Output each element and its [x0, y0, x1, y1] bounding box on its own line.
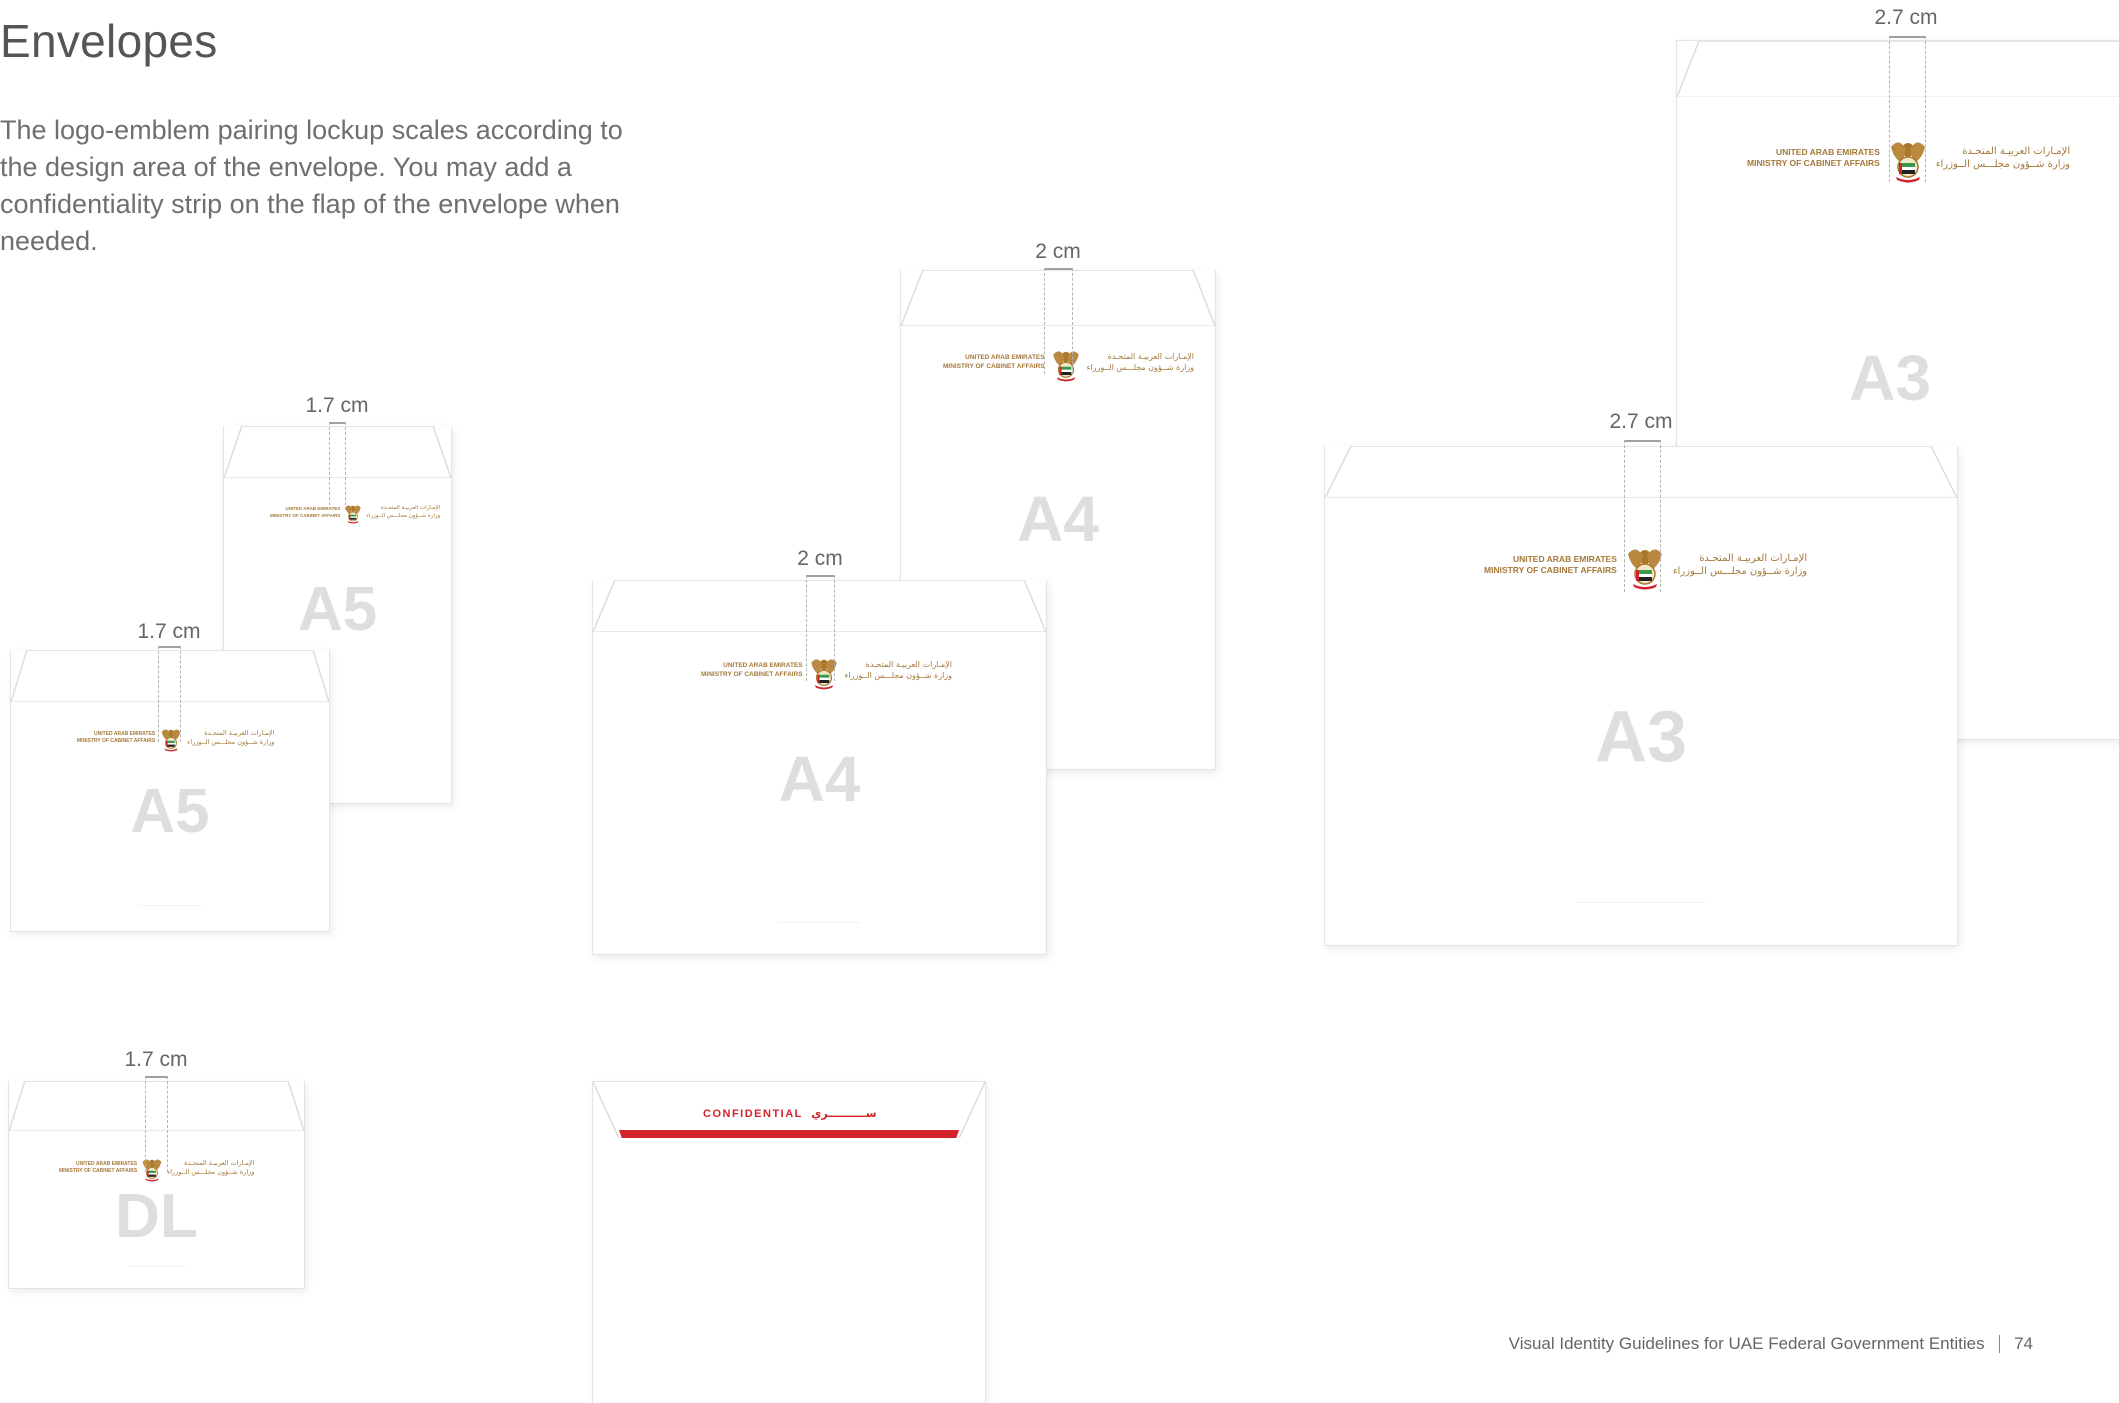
logo-lockup: UNITED ARAB EMIRATES MINISTRY OF CABINET …	[943, 344, 1194, 382]
confidential-ar: ســــــــــري	[811, 1107, 877, 1120]
envelope-footer-address: ········································…	[1575, 900, 1707, 905]
envelope-footer-address: ········································…	[778, 920, 861, 925]
envelope-dl: UNITED ARAB EMIRATES MINISTRY OF CABINET …	[8, 1081, 305, 1289]
logo-lockup: UNITED ARAB EMIRATES MINISTRY OF CABINET …	[77, 724, 274, 752]
uae-emblem-icon	[161, 729, 181, 752]
envelope-flap	[9, 1081, 304, 1131]
measure-label: 2.7 cm	[1609, 410, 1673, 433]
measure-guide	[1660, 440, 1661, 592]
envelope-flap	[593, 580, 1046, 632]
page-number: 74	[2014, 1334, 2033, 1353]
measure-guide	[1925, 36, 1926, 182]
lockup-en-line1: UNITED ARAB EMIRATES	[94, 731, 156, 738]
envelope-a3-landscape: UNITED ARAB EMIRATES MINISTRY OF CABINET …	[1324, 446, 1958, 946]
lockup-en-line2: MINISTRY OF CABINET AFFAIRS	[77, 738, 156, 744]
lockup-en-line2: MINISTRY OF CABINET AFFAIRS	[59, 1168, 138, 1174]
measure-guide	[158, 646, 159, 742]
measure-bracket	[1044, 268, 1072, 270]
logo-lockup: UNITED ARAB EMIRATES MINISTRY OF CABINET …	[270, 501, 440, 524]
logo-lockup: UNITED ARAB EMIRATES MINISTRY OF CABINET …	[59, 1154, 254, 1182]
envelope-flap	[1325, 446, 1957, 498]
lockup-ar-line1: الإمـارات العربيـة المتحـدة	[1107, 352, 1195, 362]
envelope-flap	[11, 650, 329, 702]
uae-emblem-icon	[1052, 351, 1079, 382]
measure-bracket	[1889, 36, 1925, 38]
measure-bracket	[806, 575, 834, 577]
measure-label: 1.7 cm	[305, 394, 369, 417]
measure-label: 1.7 cm	[124, 1048, 188, 1071]
page-title: Envelopes	[0, 15, 218, 67]
measure-guide	[1624, 440, 1625, 592]
envelope-size-label: A5	[130, 777, 210, 846]
lockup-ar-line1: الإمـارات العربيـة المتحـدة	[380, 505, 441, 512]
measure-bracket	[145, 1076, 167, 1078]
lockup-ar-line2: وزارة شــؤون مجلـــس الــوزراء	[1086, 363, 1195, 372]
envelope-footer-address: ········································…	[137, 904, 203, 908]
envelope-confidential: CONFIDENTIAL ســــــــــري	[592, 1081, 986, 1403]
confidential-en: CONFIDENTIAL	[703, 1108, 803, 1120]
measure-guide	[834, 575, 835, 681]
lockup-en-line2: MINISTRY OF CABINET AFFAIRS	[270, 512, 341, 518]
lockup-en-line1: UNITED ARAB EMIRATES	[723, 662, 803, 670]
envelope-size-label: A3	[1594, 697, 1688, 777]
measure-guide	[345, 422, 346, 510]
lockup-en-line1: UNITED ARAB EMIRATES	[965, 354, 1045, 362]
measure-guide	[145, 1076, 146, 1172]
envelope-size-label: A4	[778, 743, 861, 815]
measure-label: 2.7 cm	[1874, 6, 1938, 29]
lockup-en-line2: MINISTRY OF CABINET AFFAIRS	[701, 671, 803, 678]
envelope-size-label: A4	[1017, 483, 1099, 555]
lockup-ar-line2: وزارة شــؤون مجلـــس الــوزراء	[366, 512, 441, 519]
measure-guide	[167, 1076, 168, 1172]
measure-bracket	[329, 422, 345, 424]
page-description: The logo-emblem pairing lockup scales ac…	[0, 115, 623, 256]
envelope-flap	[1677, 41, 2119, 97]
lockup-ar-line2: وزارة شــؤون مجلـــس الــوزراء	[187, 738, 275, 746]
lockup-en-line2: MINISTRY OF CABINET AFFAIRS	[1484, 565, 1617, 575]
measure-guide	[1889, 36, 1890, 182]
logo-lockup: UNITED ARAB EMIRATES MINISTRY OF CABINET …	[1484, 540, 1807, 590]
envelope-a4-landscape: UNITED ARAB EMIRATES MINISTRY OF CABINET …	[592, 580, 1047, 955]
uae-emblem-icon	[1627, 549, 1662, 590]
lockup-ar-line1: الإمـارات العربيـة المتحـدة	[184, 1159, 255, 1168]
lockup-ar-line1: الإمـارات العربيـة المتحـدة	[865, 660, 953, 670]
confidential-label: CONFIDENTIAL ســــــــــري	[703, 1107, 877, 1120]
envelope-footer-address: ········································…	[127, 1265, 186, 1269]
envelope-size-label: A5	[297, 575, 378, 644]
measure-label: 2 cm	[1035, 240, 1081, 263]
lockup-en-line2: MINISTRY OF CABINET AFFAIRS	[943, 363, 1045, 370]
uae-emblem-icon	[1890, 142, 1925, 183]
lockup-ar-line2: وزارة شــؤون مجلـــس الــوزراء	[1672, 566, 1808, 577]
envelope-a5-landscape: UNITED ARAB EMIRATES MINISTRY OF CABINET …	[10, 650, 330, 932]
measure-guide	[1044, 268, 1045, 374]
measure-guide	[806, 575, 807, 681]
lockup-ar-line1: الإمـارات العربيـة المتحـدة	[1962, 145, 2071, 157]
envelope-size-label: A3	[1849, 342, 1931, 414]
lockup-ar-line2: وزارة شــؤون مجلـــس الــوزراء	[844, 671, 953, 680]
measure-guide	[329, 422, 330, 510]
measure-bracket	[158, 646, 180, 648]
lockup-ar-line1: الإمـارات العربيـة المتحـدة	[204, 729, 275, 738]
measure-label: 2 cm	[797, 547, 843, 570]
envelope-flap	[224, 426, 451, 478]
footer-separator	[1998, 1335, 2001, 1353]
measure-bracket	[1624, 440, 1660, 442]
lockup-en-line1: UNITED ARAB EMIRATES	[1512, 553, 1617, 564]
lockup-ar-line2: وزارة شــؤون مجلـــس الــوزراء	[167, 1168, 255, 1176]
footer-text: Visual Identity Guidelines for UAE Feder…	[1508, 1334, 1985, 1353]
measure-guide	[180, 646, 181, 742]
lockup-en-line1: UNITED ARAB EMIRATES	[1775, 146, 1880, 157]
lockup-ar-line1: الإمـارات العربيـة المتحـدة	[1699, 552, 1808, 564]
envelope-size-label: DL	[115, 1182, 198, 1251]
page-footer: Visual Identity Guidelines for UAE Feder…	[1509, 1334, 2033, 1354]
lockup-en-line2: MINISTRY OF CABINET AFFAIRS	[1747, 158, 1880, 168]
measure-label: 1.7 cm	[137, 620, 201, 643]
uae-emblem-icon	[345, 505, 361, 524]
lockup-ar-line2: وزارة شــؤون مجلـــس الــوزراء	[1935, 159, 2071, 170]
measure-guide	[1072, 268, 1073, 374]
lockup-en-line1: UNITED ARAB EMIRATES	[76, 1161, 138, 1168]
logo-lockup: UNITED ARAB EMIRATES MINISTRY OF CABINET …	[1747, 133, 2070, 183]
logo-lockup: UNITED ARAB EMIRATES MINISTRY OF CABINET …	[701, 652, 952, 690]
envelope-flap	[901, 270, 1215, 326]
